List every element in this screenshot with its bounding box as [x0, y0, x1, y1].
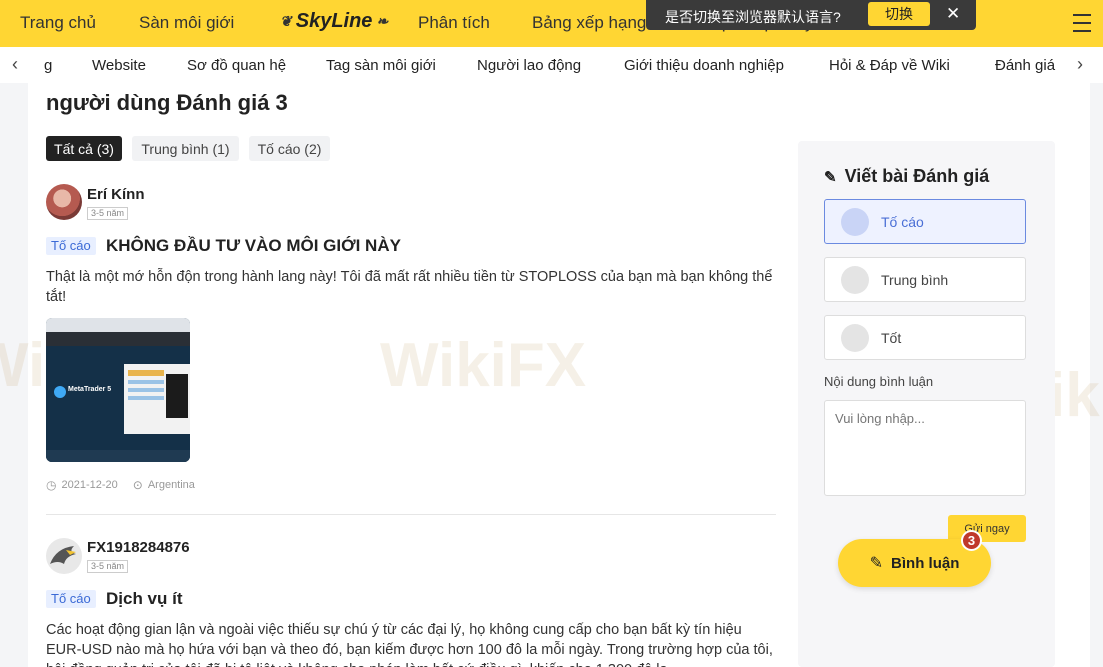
review-screenshot-thumbnail[interactable]: MetaTrader 5	[46, 318, 190, 462]
review-title: Dịch vụ ít	[106, 589, 183, 608]
review-username[interactable]: FX1918284876	[87, 539, 190, 556]
review-location: Argentina	[147, 479, 195, 491]
write-review-title-text: Viết bài Đánh giá	[844, 166, 990, 186]
language-question: 是否切换至浏览器默认语言?	[665, 9, 841, 25]
location-pin-icon: ⊙	[132, 478, 143, 492]
subnav-item-employees[interactable]: Người lao động	[477, 57, 581, 74]
review-date: 2021-12-20	[61, 479, 118, 491]
subnav-item-wiki-qa[interactable]: Hỏi & Đáp về Wiki	[829, 57, 950, 74]
rating-option-label: Tốt	[881, 330, 902, 346]
subnav-item-website[interactable]: Website	[92, 57, 146, 74]
subnav-item-broker-tags[interactable]: Tag sàn môi giới	[326, 57, 436, 74]
skyline-logo[interactable]: ❦ SkyLine ❧	[280, 10, 388, 33]
experience-badge: 3-5 năm	[87, 207, 129, 220]
chevron-right-icon[interactable]: ›	[1077, 54, 1083, 75]
sub-navbar: ‹ g Website Sơ đồ quan hệ Tag sàn môi gi…	[0, 47, 1103, 83]
clock-icon: ◷	[46, 478, 57, 492]
nav-analysis[interactable]: Phân tích	[418, 13, 490, 33]
nav-ranking[interactable]: Bảng xếp hạng	[532, 13, 646, 33]
chevron-left-icon[interactable]: ‹	[12, 54, 18, 75]
hamburger-icon[interactable]	[1073, 14, 1091, 32]
sad-face-icon	[841, 208, 869, 236]
send-button[interactable]: Gửi ngay	[948, 515, 1026, 542]
review-body: Thật là một mớ hỗn độn trong hành lang n…	[46, 269, 773, 305]
review-title: KHÔNG ĐẦU TƯ VÀO MÔI GIỚI NÀY	[106, 236, 401, 255]
laurel-right-icon: ❧	[376, 13, 389, 29]
edit-icon: ✎	[869, 555, 884, 572]
comment-count-badge: 3	[961, 530, 982, 551]
review-body: Các hoạt động gian lận và ngoài việc thi…	[46, 622, 773, 667]
subnav-item-partial[interactable]: g	[44, 57, 52, 74]
language-switch-banner: 是否切换至浏览器默认语言? 切换 ✕	[646, 0, 976, 30]
eagle-avatar-icon	[46, 538, 82, 574]
thumb-caption: MetaTrader 5	[68, 386, 112, 393]
avatar[interactable]	[46, 184, 82, 220]
nav-brokers[interactable]: Sàn môi giới	[139, 13, 234, 33]
review-username[interactable]: Erí Kínn	[87, 186, 145, 203]
review-tag: Tố cáo	[46, 590, 96, 608]
logo-text: SkyLine	[295, 10, 373, 32]
subnav-item-company-intro[interactable]: Giới thiệu doanh nghiệp	[624, 57, 784, 74]
happy-face-icon	[841, 324, 869, 352]
comment-label: Nội dung bình luận	[824, 374, 934, 389]
page-title: người dùng Đánh giá 3	[46, 90, 288, 115]
rating-option-report[interactable]: Tố cáo	[824, 199, 1026, 244]
divider	[46, 514, 776, 515]
rating-option-average[interactable]: Trung bình	[824, 257, 1026, 302]
filter-report[interactable]: Tố cáo (2)	[249, 136, 330, 161]
filter-all[interactable]: Tất cả (3)	[46, 136, 122, 161]
subnav-item-relations[interactable]: Sơ đồ quan hệ	[187, 57, 286, 74]
write-review-title: ✎ Viết bài Đánh giá	[824, 166, 989, 187]
close-icon[interactable]: ✕	[946, 4, 960, 24]
review-meta: ◷ 2021-12-20 ⊙ Argentina	[46, 478, 195, 492]
comment-fab-label: Bình luận	[891, 554, 960, 572]
subnav-item-reviews[interactable]: Đánh giá	[995, 57, 1055, 74]
nav-home[interactable]: Trang chủ	[20, 13, 96, 33]
rating-option-good[interactable]: Tốt	[824, 315, 1026, 360]
switch-language-button[interactable]: 切换	[868, 2, 930, 26]
rating-option-label: Tố cáo	[881, 214, 924, 230]
laurel-left-icon: ❦	[280, 13, 292, 29]
comment-input[interactable]	[824, 400, 1026, 496]
filter-average[interactable]: Trung bình (1)	[132, 136, 239, 161]
rating-option-label: Trung bình	[881, 272, 949, 288]
neutral-face-icon	[841, 266, 869, 294]
experience-badge: 3-5 năm	[87, 560, 129, 573]
review-tag: Tố cáo	[46, 237, 96, 255]
avatar[interactable]	[46, 538, 82, 574]
pencil-icon: ✎	[824, 168, 837, 186]
